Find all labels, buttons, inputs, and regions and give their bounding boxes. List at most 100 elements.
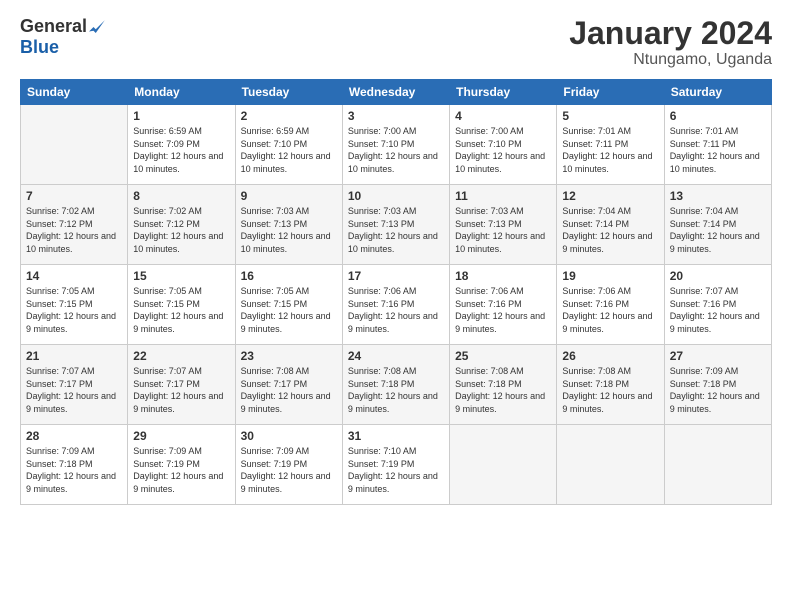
day-info: Sunrise: 7:07 AM Sunset: 7:17 PM Dayligh… [133,365,229,415]
calendar-cell: 29 Sunrise: 7:09 AM Sunset: 7:19 PM Dayl… [128,425,235,505]
day-info: Sunrise: 7:09 AM Sunset: 7:18 PM Dayligh… [26,445,122,495]
calendar-week-row: 7 Sunrise: 7:02 AM Sunset: 7:12 PM Dayli… [21,185,772,265]
calendar-week-row: 1 Sunrise: 6:59 AM Sunset: 7:09 PM Dayli… [21,105,772,185]
calendar-cell: 16 Sunrise: 7:05 AM Sunset: 7:15 PM Dayl… [235,265,342,345]
day-number: 16 [241,269,337,283]
day-info: Sunrise: 7:03 AM Sunset: 7:13 PM Dayligh… [348,205,444,255]
day-number: 30 [241,429,337,443]
day-info: Sunrise: 7:09 AM Sunset: 7:18 PM Dayligh… [670,365,766,415]
logo-bird-icon [89,18,107,36]
calendar-cell: 11 Sunrise: 7:03 AM Sunset: 7:13 PM Dayl… [450,185,557,265]
calendar-cell: 10 Sunrise: 7:03 AM Sunset: 7:13 PM Dayl… [342,185,449,265]
calendar-cell: 17 Sunrise: 7:06 AM Sunset: 7:16 PM Dayl… [342,265,449,345]
page-container: General Blue January 2024 Ntungamo, Ugan… [0,0,792,517]
day-info: Sunrise: 7:02 AM Sunset: 7:12 PM Dayligh… [133,205,229,255]
month-title: January 2024 [569,16,772,51]
day-header-tuesday: Tuesday [235,80,342,105]
logo-general-text: General [20,16,87,37]
day-number: 9 [241,189,337,203]
calendar-week-row: 28 Sunrise: 7:09 AM Sunset: 7:18 PM Dayl… [21,425,772,505]
day-info: Sunrise: 7:07 AM Sunset: 7:17 PM Dayligh… [26,365,122,415]
day-info: Sunrise: 7:00 AM Sunset: 7:10 PM Dayligh… [348,125,444,175]
calendar-cell [664,425,771,505]
day-header-saturday: Saturday [664,80,771,105]
day-info: Sunrise: 7:05 AM Sunset: 7:15 PM Dayligh… [241,285,337,335]
day-info: Sunrise: 7:08 AM Sunset: 7:18 PM Dayligh… [562,365,658,415]
day-number: 11 [455,189,551,203]
day-info: Sunrise: 7:05 AM Sunset: 7:15 PM Dayligh… [133,285,229,335]
logo-blue-text: Blue [20,37,59,58]
day-info: Sunrise: 7:04 AM Sunset: 7:14 PM Dayligh… [670,205,766,255]
day-number: 26 [562,349,658,363]
calendar-cell: 13 Sunrise: 7:04 AM Sunset: 7:14 PM Dayl… [664,185,771,265]
day-number: 15 [133,269,229,283]
calendar-cell [450,425,557,505]
day-number: 13 [670,189,766,203]
calendar-cell: 15 Sunrise: 7:05 AM Sunset: 7:15 PM Dayl… [128,265,235,345]
calendar-table: SundayMondayTuesdayWednesdayThursdayFrid… [20,79,772,505]
day-info: Sunrise: 7:00 AM Sunset: 7:10 PM Dayligh… [455,125,551,175]
calendar-cell: 9 Sunrise: 7:03 AM Sunset: 7:13 PM Dayli… [235,185,342,265]
day-number: 10 [348,189,444,203]
day-number: 29 [133,429,229,443]
calendar-cell: 24 Sunrise: 7:08 AM Sunset: 7:18 PM Dayl… [342,345,449,425]
day-number: 4 [455,109,551,123]
calendar-cell: 20 Sunrise: 7:07 AM Sunset: 7:16 PM Dayl… [664,265,771,345]
day-info: Sunrise: 7:08 AM Sunset: 7:17 PM Dayligh… [241,365,337,415]
day-number: 18 [455,269,551,283]
day-info: Sunrise: 6:59 AM Sunset: 7:10 PM Dayligh… [241,125,337,175]
day-info: Sunrise: 7:02 AM Sunset: 7:12 PM Dayligh… [26,205,122,255]
day-info: Sunrise: 7:08 AM Sunset: 7:18 PM Dayligh… [455,365,551,415]
title-block: January 2024 Ntungamo, Uganda [569,16,772,69]
day-number: 23 [241,349,337,363]
calendar-cell: 6 Sunrise: 7:01 AM Sunset: 7:11 PM Dayli… [664,105,771,185]
calendar-cell: 3 Sunrise: 7:00 AM Sunset: 7:10 PM Dayli… [342,105,449,185]
logo: General Blue [20,16,107,58]
calendar-cell [557,425,664,505]
day-number: 7 [26,189,122,203]
day-info: Sunrise: 7:03 AM Sunset: 7:13 PM Dayligh… [455,205,551,255]
day-number: 3 [348,109,444,123]
day-number: 17 [348,269,444,283]
day-header-sunday: Sunday [21,80,128,105]
day-number: 21 [26,349,122,363]
day-info: Sunrise: 7:07 AM Sunset: 7:16 PM Dayligh… [670,285,766,335]
calendar-cell: 23 Sunrise: 7:08 AM Sunset: 7:17 PM Dayl… [235,345,342,425]
day-header-monday: Monday [128,80,235,105]
day-info: Sunrise: 7:03 AM Sunset: 7:13 PM Dayligh… [241,205,337,255]
calendar-week-row: 14 Sunrise: 7:05 AM Sunset: 7:15 PM Dayl… [21,265,772,345]
day-number: 6 [670,109,766,123]
day-number: 2 [241,109,337,123]
calendar-cell: 22 Sunrise: 7:07 AM Sunset: 7:17 PM Dayl… [128,345,235,425]
day-info: Sunrise: 6:59 AM Sunset: 7:09 PM Dayligh… [133,125,229,175]
day-number: 20 [670,269,766,283]
day-number: 28 [26,429,122,443]
calendar-cell: 31 Sunrise: 7:10 AM Sunset: 7:19 PM Dayl… [342,425,449,505]
day-info: Sunrise: 7:10 AM Sunset: 7:19 PM Dayligh… [348,445,444,495]
day-number: 1 [133,109,229,123]
calendar-cell: 1 Sunrise: 6:59 AM Sunset: 7:09 PM Dayli… [128,105,235,185]
calendar-cell: 18 Sunrise: 7:06 AM Sunset: 7:16 PM Dayl… [450,265,557,345]
day-info: Sunrise: 7:08 AM Sunset: 7:18 PM Dayligh… [348,365,444,415]
calendar-week-row: 21 Sunrise: 7:07 AM Sunset: 7:17 PM Dayl… [21,345,772,425]
calendar-cell: 27 Sunrise: 7:09 AM Sunset: 7:18 PM Dayl… [664,345,771,425]
calendar-cell: 12 Sunrise: 7:04 AM Sunset: 7:14 PM Dayl… [557,185,664,265]
calendar-cell [21,105,128,185]
day-info: Sunrise: 7:06 AM Sunset: 7:16 PM Dayligh… [562,285,658,335]
day-number: 5 [562,109,658,123]
day-number: 12 [562,189,658,203]
calendar-cell: 14 Sunrise: 7:05 AM Sunset: 7:15 PM Dayl… [21,265,128,345]
calendar-cell: 2 Sunrise: 6:59 AM Sunset: 7:10 PM Dayli… [235,105,342,185]
calendar-cell: 25 Sunrise: 7:08 AM Sunset: 7:18 PM Dayl… [450,345,557,425]
location: Ntungamo, Uganda [569,51,772,69]
day-info: Sunrise: 7:04 AM Sunset: 7:14 PM Dayligh… [562,205,658,255]
calendar-cell: 5 Sunrise: 7:01 AM Sunset: 7:11 PM Dayli… [557,105,664,185]
calendar-cell: 4 Sunrise: 7:00 AM Sunset: 7:10 PM Dayli… [450,105,557,185]
day-info: Sunrise: 7:09 AM Sunset: 7:19 PM Dayligh… [133,445,229,495]
day-info: Sunrise: 7:01 AM Sunset: 7:11 PM Dayligh… [562,125,658,175]
day-header-thursday: Thursday [450,80,557,105]
header: General Blue January 2024 Ntungamo, Ugan… [20,16,772,69]
day-number: 22 [133,349,229,363]
day-number: 14 [26,269,122,283]
calendar-cell: 28 Sunrise: 7:09 AM Sunset: 7:18 PM Dayl… [21,425,128,505]
